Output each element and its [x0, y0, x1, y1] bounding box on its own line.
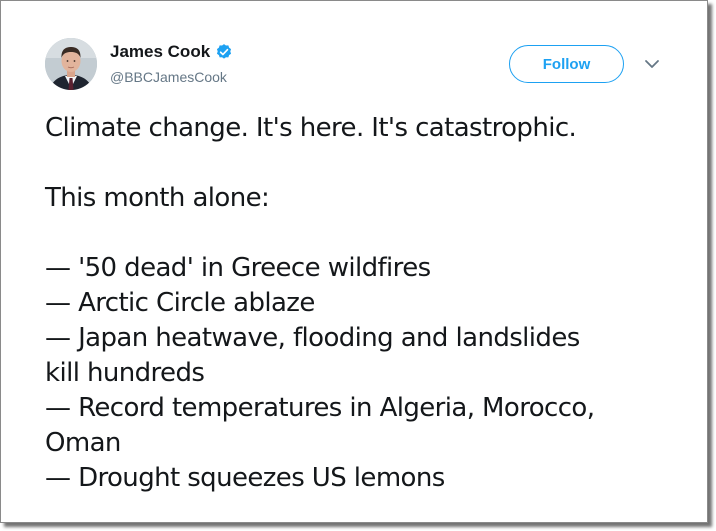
tweet-list-line: — Arctic Circle ablaze: [45, 288, 315, 318]
verified-badge-icon: [217, 44, 232, 59]
tweet-list-line: kill hundreds: [45, 358, 205, 388]
chevron-down-icon[interactable]: [641, 55, 663, 73]
tweet-list-line: — Japan heatwave, flooding and landslide…: [45, 323, 580, 353]
tweet-headline: Climate change. It's here. It's catastro…: [45, 113, 577, 143]
author-handle[interactable]: @BBCJamesCook: [110, 69, 227, 85]
author-name-text: James Cook: [110, 42, 211, 61]
tweet-list-line: — Record temperatures in Algeria, Morocc…: [45, 393, 595, 423]
tweet-card: James Cook @BBCJamesCook Follow Climate …: [0, 0, 708, 523]
avatar-photo: [45, 38, 97, 90]
follow-button[interactable]: Follow: [509, 45, 624, 83]
tweet-text: Climate change. It's here. It's catastro…: [45, 111, 675, 496]
tweet-list-line: — '50 dead' in Greece wildfires: [45, 253, 431, 283]
tweet-list-line: — Drought squeezes US lemons: [45, 463, 445, 493]
tweet-list-line: Oman: [45, 428, 121, 458]
author-name[interactable]: James Cook: [110, 42, 233, 62]
avatar[interactable]: [45, 38, 97, 90]
tweet-intro: This month alone:: [45, 183, 270, 213]
